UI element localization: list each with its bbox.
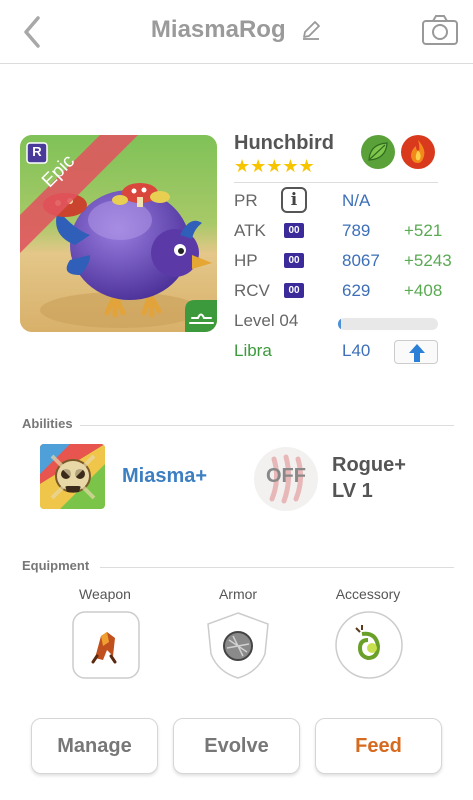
hp-row: HP 00 8067 +5243 xyxy=(234,246,456,276)
atk-plus-badge: 00 xyxy=(284,223,304,238)
level-up-button[interactable] xyxy=(394,340,438,364)
feed-button[interactable]: Feed xyxy=(315,718,442,774)
abilities-section-title: Abilities xyxy=(22,416,73,431)
weapon-slot[interactable] xyxy=(71,610,141,680)
accessory-slot[interactable] xyxy=(334,610,404,680)
hp-value: 8067 xyxy=(342,251,380,270)
weapon-slot-label: Weapon xyxy=(79,586,131,602)
primary-ability-name[interactable]: Miasma+ xyxy=(122,465,207,488)
armor-slot[interactable] xyxy=(203,610,273,680)
secondary-ability-level: LV 1 xyxy=(332,480,373,502)
pencil-icon xyxy=(303,21,320,40)
pr-value: N/A xyxy=(342,191,371,210)
rcv-value: 629 xyxy=(342,281,371,300)
monster-name: Hunchbird xyxy=(234,132,334,154)
grade-letter: R xyxy=(32,144,42,159)
atk-value: 789 xyxy=(342,221,371,240)
camera-icon xyxy=(422,15,458,45)
atk-label: ATK xyxy=(234,221,266,240)
level-progress-bar xyxy=(338,318,438,330)
monster-portrait[interactable]: R Epic xyxy=(20,135,217,332)
accessory-icon xyxy=(335,611,403,679)
armor-icon xyxy=(207,612,269,679)
skull-icon xyxy=(40,444,105,509)
pr-info-button[interactable]: i xyxy=(281,187,307,213)
zodiac-sign-label: Libra xyxy=(234,341,272,360)
hp-plus-badge: 00 xyxy=(284,253,304,268)
armor-slot-label: Armor xyxy=(218,586,258,602)
fire-element-icon xyxy=(401,135,435,169)
pr-row: PR i N/A xyxy=(234,186,456,216)
equipment-divider xyxy=(100,567,454,568)
manage-button[interactable]: Manage xyxy=(31,718,158,774)
leaf-element-icon xyxy=(361,135,395,169)
camera-button[interactable] xyxy=(421,14,459,46)
level-row: Level 04 xyxy=(234,306,456,336)
hp-label: HP xyxy=(234,251,258,270)
arrow-up-icon xyxy=(409,344,425,362)
atk-row: ATK 00 789 +521 xyxy=(234,216,456,246)
secondary-ability-name[interactable]: Rogue+ xyxy=(332,454,406,477)
accessory-slot-label: Accessory xyxy=(335,586,401,602)
level-progress-fill xyxy=(338,318,341,330)
atk-bonus: +521 xyxy=(404,221,443,240)
equipment-section-title: Equipment xyxy=(22,558,90,573)
page-title: MiasmaRog xyxy=(150,16,286,43)
abilities-divider xyxy=(80,425,454,426)
level-label: Level 04 xyxy=(234,311,299,330)
top-bar: MiasmaRog xyxy=(0,0,473,64)
sign-level-value: L40 xyxy=(342,341,371,360)
edit-name-button[interactable] xyxy=(300,19,322,41)
ability-off-status: OFF xyxy=(266,465,306,487)
miasma-ability-icon[interactable] xyxy=(40,444,105,509)
pr-label: PR xyxy=(234,191,258,210)
star-rating: ★★★★★ xyxy=(234,156,315,176)
title-area: MiasmaRog xyxy=(0,16,473,44)
rcv-bonus: +408 xyxy=(404,281,443,300)
rcv-label: RCV xyxy=(234,281,270,300)
rcv-plus-badge: 00 xyxy=(284,283,304,298)
evolve-button[interactable]: Evolve xyxy=(173,718,300,774)
weapon-icon xyxy=(72,611,140,679)
hp-bonus: +5243 xyxy=(404,251,452,270)
info-divider xyxy=(234,182,438,183)
rcv-row: RCV 00 629 +408 xyxy=(234,276,456,306)
sign-row: Libra L40 xyxy=(234,336,456,366)
